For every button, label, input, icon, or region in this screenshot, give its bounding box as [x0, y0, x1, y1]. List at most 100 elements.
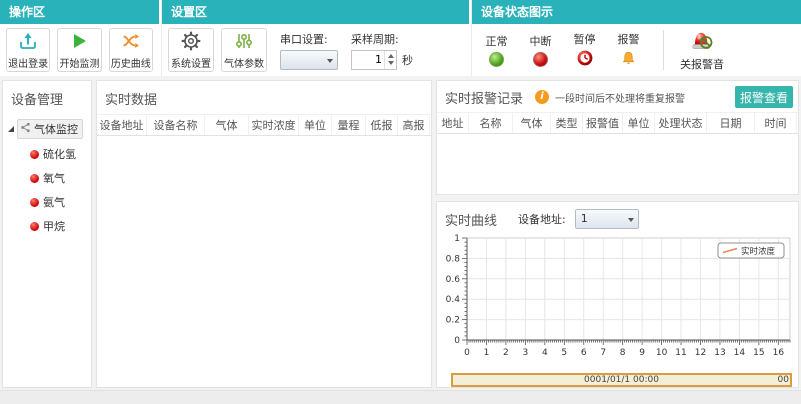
tree-item-label: 硫化氢 [43, 148, 76, 161]
history-curve-icon [121, 31, 141, 54]
svg-text:10: 10 [656, 348, 668, 358]
chart-scroll-label-right: 00 [777, 375, 789, 385]
realtime-data-body [97, 136, 431, 387]
svg-text:13: 13 [714, 348, 725, 358]
spinner-buttons[interactable] [384, 50, 396, 69]
device-address-select[interactable]: 1 [574, 209, 639, 229]
gas-params-button[interactable]: 气体参数 [221, 28, 267, 72]
svg-text:8: 8 [620, 348, 626, 358]
column-header: 量程 [332, 115, 366, 135]
status-interrupt-label: 中断 [529, 35, 552, 48]
chart-scrollbar[interactable]: 0001/01/1 00:00 00 [451, 373, 792, 387]
device-management-panel: 设备管理 气体监控 硫化氢 氧气 氨气 甲烷 [2, 80, 92, 388]
red-status-icon [533, 52, 548, 67]
spin-up-icon[interactable] [387, 54, 394, 58]
section-title-status: 设备状态图示 [472, 0, 801, 24]
spin-down-icon[interactable] [387, 61, 394, 65]
sampling-unit-label: 秒 [402, 53, 413, 67]
red-dot-icon [30, 221, 39, 231]
tree-item-o2[interactable]: 氧气 [4, 166, 90, 190]
column-header: 气体 [513, 113, 551, 133]
status-normal-label: 正常 [485, 35, 508, 48]
status-pause: 暂停 [566, 31, 603, 69]
status-bar [0, 390, 801, 404]
mute-alarm-label: 关报警音 [680, 58, 724, 71]
logout-icon [18, 31, 38, 54]
svg-text:3: 3 [523, 348, 529, 358]
svg-text:7: 7 [600, 348, 606, 358]
svg-text:4: 4 [542, 348, 548, 358]
curve-panel-header: 实时曲线 设备地址: 1 [437, 202, 798, 231]
sliders-icon [234, 31, 254, 54]
logout-button[interactable]: 退出登录 [6, 28, 51, 72]
svg-text:12: 12 [695, 348, 706, 358]
settings-controls: 系统设置 气体参数 串口设置: 采样周期: 1 秒 [162, 24, 469, 76]
device-address-value: 1 [580, 212, 588, 225]
history-curve-label: 历史曲线 [110, 58, 151, 70]
siren-mute-icon [689, 28, 715, 55]
svg-text:0.2: 0.2 [446, 316, 460, 326]
svg-text:2: 2 [503, 348, 509, 358]
tree-node-gas-monitoring[interactable]: 气体监控 [4, 116, 90, 142]
serial-port-select[interactable] [280, 49, 338, 70]
history-curve-button[interactable]: 历史曲线 [108, 28, 153, 72]
alarm-table-header: 地址 名称 气体 类型 报警值 单位 处理状态 日期 时间 [437, 112, 798, 134]
section-title-settings: 设置区 [162, 0, 469, 24]
column-header: 名称 [469, 113, 513, 133]
realtime-data-title: 实时数据 [105, 93, 158, 108]
svg-text:5: 5 [561, 348, 567, 358]
alarm-view-button[interactable]: 报警查看 [735, 86, 793, 108]
column-header: 单位 [299, 115, 332, 135]
system-settings-button[interactable]: 系统设置 [168, 28, 214, 72]
pause-clock-icon [577, 50, 593, 69]
column-header: 地址 [437, 113, 469, 133]
serial-port-field: 串口设置: [280, 31, 338, 70]
status-alarm: 报警 [610, 31, 647, 70]
svg-text:15: 15 [753, 348, 764, 358]
alarm-records-panel: 实时报警记录 i 一段时间后不处理将重复报警 报警查看 地址 名称 气体 类型 … [436, 80, 799, 195]
svg-text:1: 1 [484, 348, 490, 358]
sampling-period-stepper[interactable] [351, 49, 397, 70]
tree-item-h2s[interactable]: 硫化氢 [4, 142, 90, 166]
alarm-table-body [437, 134, 798, 194]
red-dot-icon [30, 197, 39, 207]
column-header: 气体 [205, 115, 249, 135]
red-dot-icon [30, 173, 39, 183]
play-icon [69, 31, 89, 54]
chevron-down-icon [327, 58, 333, 63]
bell-icon [620, 50, 637, 70]
section-title-operation: 操作区 [0, 0, 159, 24]
status-interrupt: 中断 [522, 33, 559, 67]
status-legend: 正常 中断 暂停 报警 关报警音 [472, 24, 801, 76]
info-icon: i [535, 90, 550, 104]
start-monitor-label: 开始监测 [59, 58, 100, 70]
column-header: 报警值 [583, 113, 623, 133]
device-panel-title: 设备管理 [11, 93, 64, 108]
svg-text:1: 1 [454, 234, 460, 244]
tree-item-label: 甲烷 [43, 220, 65, 233]
toolbar: 操作区 退出登录 开始监测 历史曲线 设置区 系统设置 气体参数 串口设置: 采… [0, 0, 801, 76]
serial-port-label: 串口设置: [280, 32, 328, 46]
mute-alarm-button[interactable]: 关报警音 [680, 28, 724, 72]
sampling-period-input[interactable] [352, 50, 384, 69]
tree-expand-icon[interactable] [8, 126, 14, 132]
column-header: 时间 [755, 113, 797, 133]
svg-text:9: 9 [639, 348, 645, 358]
tree-item-nh3[interactable]: 氨气 [4, 190, 90, 214]
curve-chart-area: 0 0.2 0.4 0.6 0.8 1 0 1 2 3 4 5 6 7 8 9 10 11 12 13 14 15 16 实时… [443, 232, 796, 372]
operation-buttons: 退出登录 开始监测 历史曲线 [0, 24, 159, 76]
status-divider [663, 30, 664, 70]
column-header: 日期 [707, 113, 755, 133]
green-status-icon [489, 52, 504, 67]
svg-text:0.8: 0.8 [446, 254, 461, 264]
red-dot-icon [30, 149, 39, 159]
start-monitor-button[interactable]: 开始监测 [57, 28, 102, 72]
svg-text:16: 16 [773, 348, 785, 358]
realtime-curve-chart: 00.20.40.60.810 1 2 3 4 5 6 7 8 9 10 11 12 13 14 15 16实时… [446, 234, 791, 358]
device-tree: 气体监控 硫化氢 氧气 氨气 甲烷 [3, 114, 91, 240]
tree-item-ch4[interactable]: 甲烷 [4, 214, 90, 238]
column-header: 类型 [551, 113, 583, 133]
column-header: 处理状态 [655, 113, 707, 133]
main-area: 设备管理 气体监控 硫化氢 氧气 氨气 甲烷 实时数据 设备地址 设备名称 气体… [2, 80, 799, 388]
share-node-icon [20, 122, 31, 136]
